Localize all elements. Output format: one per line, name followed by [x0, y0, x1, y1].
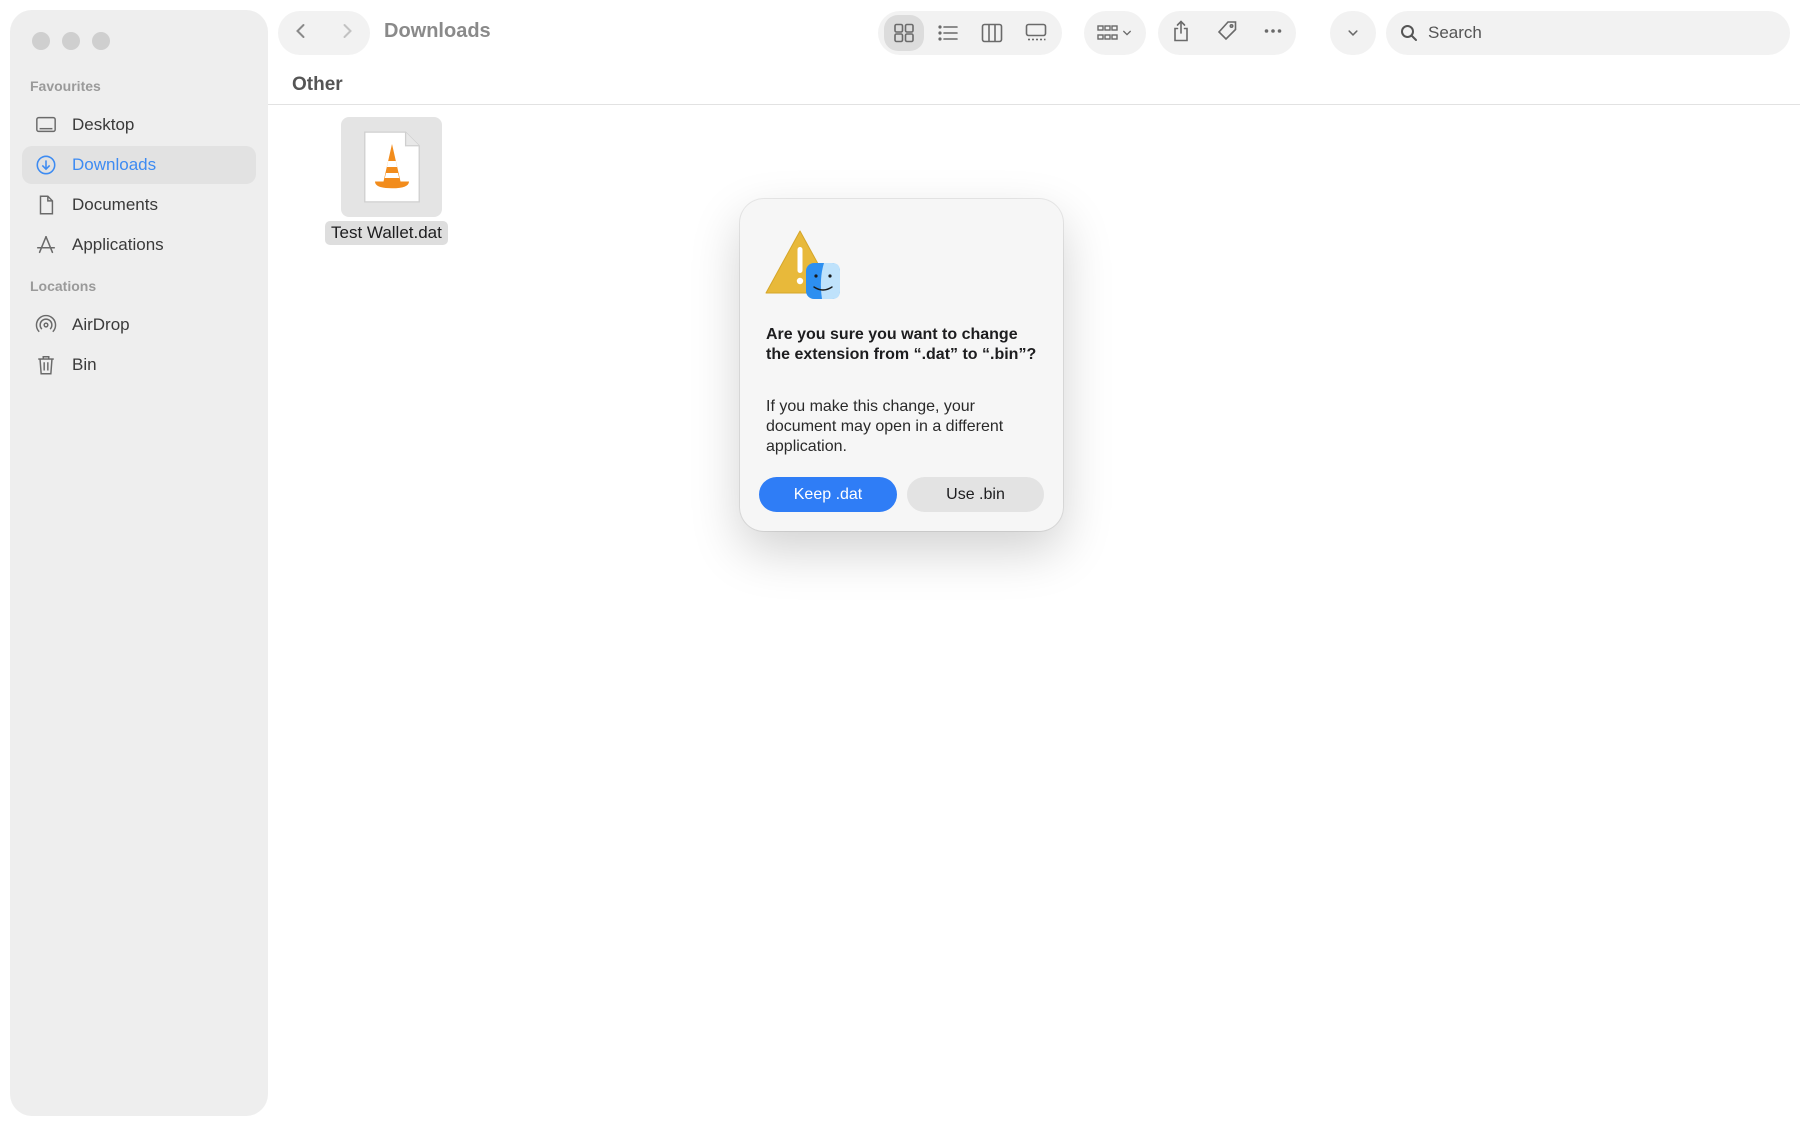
ellipsis-icon: [1264, 28, 1282, 33]
tag-button[interactable]: [1216, 20, 1238, 47]
chevron-down-icon: [1348, 30, 1358, 36]
search-field[interactable]: [1386, 11, 1790, 55]
airdrop-icon: [34, 313, 58, 337]
share-button[interactable]: [1170, 19, 1192, 47]
download-icon: [34, 153, 58, 177]
sidebar-section-favourites: Favourites: [30, 78, 101, 94]
use-bin-button[interactable]: Use .bin: [907, 477, 1044, 512]
section-divider: [268, 104, 1800, 105]
rename-extension-dialog: Are you sure you want to change the exte…: [740, 199, 1063, 531]
file-item[interactable]: Test Wallet.dat: [325, 117, 457, 245]
trash-icon: [34, 353, 58, 377]
sidebar-item-downloads[interactable]: Downloads: [22, 146, 256, 184]
dialog-title: Are you sure you want to change the exte…: [766, 326, 1037, 363]
list-icon: [938, 25, 958, 41]
keep-dat-button[interactable]: Keep .dat: [759, 477, 897, 512]
more-actions-button[interactable]: [1262, 20, 1284, 47]
minimize-window-button[interactable]: [62, 32, 80, 50]
zoom-window-button[interactable]: [92, 32, 110, 50]
sidebar-item-desktop[interactable]: Desktop: [22, 106, 256, 144]
window-controls: [32, 32, 110, 50]
column-view-button[interactable]: [972, 15, 1012, 51]
file-thumbnail: [341, 117, 442, 217]
icon-view-button[interactable]: [884, 15, 924, 51]
sidebar-item-label: Bin: [72, 355, 97, 374]
group-grid-icon: [1097, 25, 1118, 40]
share-icon: [1174, 19, 1188, 41]
vlc-cone-icon: [363, 131, 420, 203]
close-window-button[interactable]: [32, 32, 50, 50]
search-icon: [1401, 25, 1417, 41]
sidebar: Favourites Desktop Downloads Documents A…: [10, 10, 268, 1116]
sidebar-item-label: Applications: [72, 235, 164, 254]
gallery-view-button[interactable]: [1016, 15, 1056, 51]
desktop-icon: [34, 113, 58, 137]
window-title: Downloads: [384, 20, 491, 42]
sidebar-item-applications[interactable]: Applications: [22, 226, 256, 264]
forward-button[interactable]: [338, 22, 356, 45]
tag-icon: [1217, 20, 1237, 40]
chevron-down-icon: [1123, 30, 1131, 36]
search-input[interactable]: [1428, 23, 1768, 43]
back-button[interactable]: [292, 22, 310, 45]
sidebar-section-locations: Locations: [30, 278, 97, 294]
chevron-right-icon: [343, 23, 352, 38]
chevron-left-icon: [296, 23, 305, 38]
group-section-header: Other: [292, 74, 343, 95]
document-icon: [34, 193, 58, 217]
search-scope-dropdown[interactable]: [1330, 11, 1376, 55]
grid-icon: [894, 23, 914, 43]
navigation-buttons: [278, 11, 370, 55]
group-by-button[interactable]: [1084, 11, 1146, 55]
list-view-button[interactable]: [928, 15, 968, 51]
warning-finder-icon: [764, 229, 842, 301]
sidebar-item-label: AirDrop: [72, 315, 130, 334]
columns-icon: [981, 23, 1003, 43]
gallery-icon: [1025, 23, 1047, 41]
sidebar-item-bin[interactable]: Bin: [22, 346, 256, 384]
applications-icon: [34, 233, 58, 257]
file-name-label: Test Wallet.dat: [325, 221, 448, 245]
sidebar-item-airdrop[interactable]: AirDrop: [22, 306, 256, 344]
sidebar-item-label: Documents: [72, 195, 158, 214]
action-buttons: [1158, 11, 1296, 55]
view-mode-selector: [878, 11, 1062, 55]
sidebar-item-documents[interactable]: Documents: [22, 186, 256, 224]
sidebar-item-label: Desktop: [72, 115, 135, 134]
sidebar-item-label: Downloads: [72, 155, 157, 174]
dialog-message: If you make this change, your document m…: [766, 398, 1004, 455]
